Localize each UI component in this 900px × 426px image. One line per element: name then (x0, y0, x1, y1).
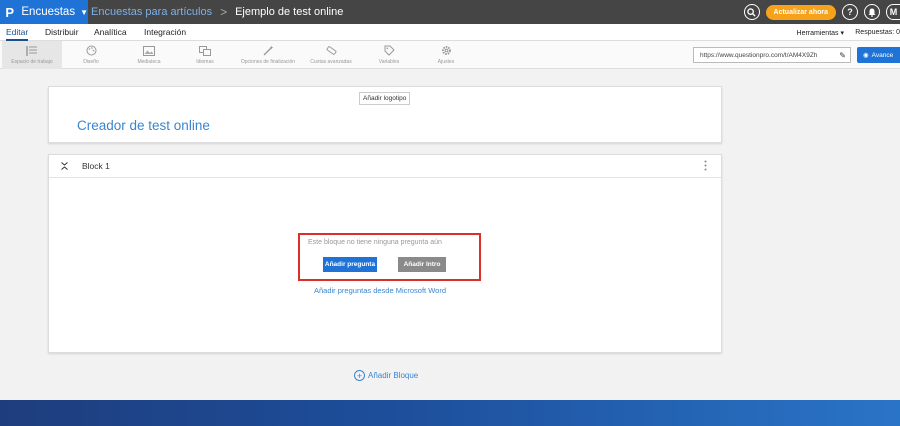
breadcrumb-survey: Ejemplo de test online (235, 6, 344, 18)
add-block-label: Añadir Bloque (368, 371, 419, 380)
tool-variables[interactable]: Variables (359, 41, 419, 69)
help-icon: ? (847, 7, 853, 17)
tag-icon (383, 45, 395, 56)
top-bar: P Encuestas ▼ Encuestas para artículos >… (0, 0, 900, 24)
tool-label: Diseño (83, 59, 99, 65)
tool-design[interactable]: Diseño (61, 41, 121, 69)
caret-down-icon: ▼ (80, 7, 88, 17)
menu-distribuir[interactable]: Distribuir (45, 27, 79, 37)
footer-band (0, 400, 900, 426)
user-avatar: M (889, 7, 898, 17)
preview-button[interactable]: ◉ Avance (857, 47, 900, 63)
tool-label: Cuotas avanzadas (310, 59, 352, 65)
gear-icon (440, 45, 452, 56)
menu-bar: Editar Distribuir Analítica Integración … (0, 24, 900, 41)
tool-settings[interactable]: Ajustes (416, 41, 476, 69)
wand-icon (262, 45, 274, 56)
top-actions: Actualizar ahora ? M (743, 0, 900, 24)
media-icon (143, 45, 155, 56)
app-switcher[interactable]: P Encuestas ▼ (0, 0, 88, 24)
add-logo-button[interactable]: Añadir logotipo (359, 92, 411, 105)
workspace-icon (26, 45, 38, 56)
menu-analitica[interactable]: Analítica (94, 27, 127, 37)
survey-url: https://www.questionpro.com/t/AM4X9Zh (700, 51, 818, 59)
tool-finish-options[interactable]: Opciones de finalización (238, 41, 298, 69)
menu-editar[interactable]: Editar (6, 27, 28, 37)
breadcrumb-folder[interactable]: Encuestas para artículos (91, 6, 212, 18)
add-block-button[interactable]: + Añadir Bloque (354, 370, 418, 381)
tools-menu[interactable]: Herramientas ▾ (797, 29, 844, 37)
tool-workspace[interactable]: Espacio de trabajo (2, 41, 62, 69)
tool-label: Mediateca (137, 59, 161, 65)
tool-media[interactable]: Mediateca (119, 41, 179, 69)
languages-icon (199, 45, 211, 56)
search-icon (747, 7, 756, 17)
bell-icon (868, 8, 876, 17)
breadcrumb-separator: > (220, 5, 228, 19)
questionpro-logo-icon: P (5, 4, 15, 20)
tool-label: Idiomas (196, 59, 214, 65)
tool-languages[interactable]: Idiomas (175, 41, 235, 69)
tool-label: Espacio de trabajo (11, 59, 53, 65)
block-name[interactable]: Block 1 (82, 161, 110, 171)
empty-block-message: Este bloque no tiene ninguna pregunta aú… (308, 239, 442, 246)
tool-label: Opciones de finalización (240, 59, 296, 65)
tool-advanced-quotas[interactable]: Cuotas avanzadas (301, 41, 361, 69)
search-button[interactable] (743, 4, 760, 20)
tools-label: Herramientas (796, 30, 839, 37)
pencil-icon[interactable]: ✎ (839, 51, 846, 60)
add-intro-button[interactable]: Añadir Intro (398, 257, 446, 272)
breadcrumb: Encuestas para artículos > Ejemplo de te… (91, 0, 343, 24)
help-button[interactable]: ? (842, 4, 858, 20)
tool-label: Variables (378, 59, 400, 65)
responses-count: Respuestas: 0 (855, 29, 900, 36)
plus-circle-icon: + (354, 370, 365, 381)
import-word-link[interactable]: Añadir preguntas desde Microsoft Word (314, 286, 446, 295)
block-header: Block 1 (49, 155, 721, 178)
survey-title[interactable]: Creador de test online (77, 118, 210, 133)
tool-label: Ajustes (437, 59, 455, 65)
upgrade-button[interactable]: Actualizar ahora (765, 4, 836, 20)
menu-integracion[interactable]: Integración (144, 27, 186, 37)
palette-icon (85, 45, 97, 56)
app-name: Encuestas (21, 6, 76, 18)
user-menu-button[interactable]: M (886, 4, 900, 20)
preview-label: Avance (871, 51, 894, 59)
survey-url-field[interactable]: https://www.questionpro.com/t/AM4X9Zh ✎ (693, 47, 851, 63)
notifications-button[interactable] (864, 4, 880, 20)
quota-icon (325, 45, 337, 56)
survey-header-card: Añadir logotipo Creador de test online (48, 86, 722, 143)
collapse-icon[interactable] (61, 162, 68, 170)
more-options-icon[interactable] (703, 160, 707, 171)
block-card: Block 1 Este bloque no tiene ninguna pre… (48, 154, 722, 353)
eye-icon: ◉ (863, 52, 869, 59)
add-question-button[interactable]: Añadir pregunta (323, 257, 377, 272)
